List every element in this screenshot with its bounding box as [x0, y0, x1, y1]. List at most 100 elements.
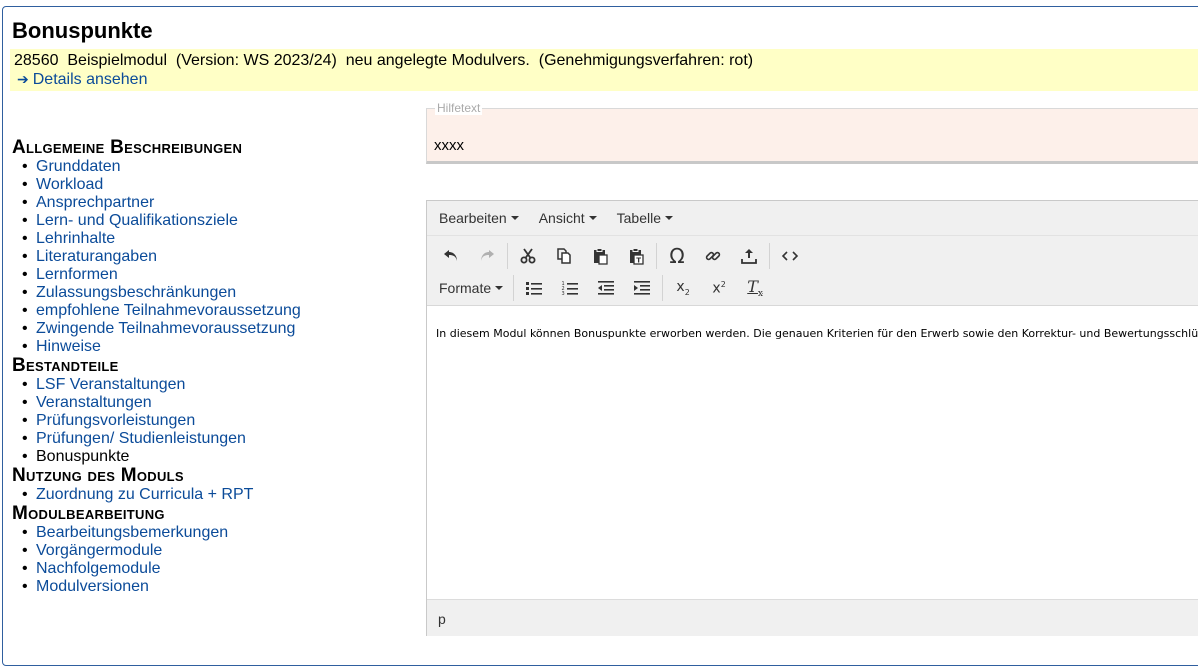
nav-link[interactable]: Prüfungen/ Studienleistungen [36, 430, 246, 447]
menu-tabelle-label: Tabelle [616, 210, 662, 226]
details-link-label: Details ansehen [32, 71, 148, 88]
toolbar-row-1: T Ω [433, 240, 1198, 272]
nav-item: Zulassungsbeschränkungen [12, 284, 412, 302]
page-title: Bonuspunkte [12, 18, 153, 43]
details-link[interactable]: ➔ Details ansehen [14, 70, 1198, 89]
link-icon[interactable] [695, 241, 731, 271]
nav-link[interactable]: Bearbeitungsbemerkungen [36, 524, 228, 541]
nav-item: Lern- und Qualifikationsziele [12, 212, 412, 230]
nav-link[interactable]: Prüfungsvorleistungen [36, 412, 195, 429]
nav-link[interactable]: Vorgängermodule [36, 542, 162, 559]
nav-section: Nutzung des ModulsZuordnung zu Curricula… [12, 465, 412, 505]
numbered-list-icon[interactable]: 123 [552, 273, 588, 303]
nav-item-current-label: Bonuspunkte [36, 448, 130, 465]
nav-list: GrunddatenWorkloadAnsprechpartnerLern- u… [12, 158, 412, 356]
module-navigation: Allgemeine BeschreibungenGrunddatenWorkl… [12, 138, 412, 597]
toolbar-divider [656, 243, 657, 269]
nav-item: empfohlene Teilnahmevoraussetzung [12, 302, 412, 320]
nav-link[interactable]: Modulversionen [36, 578, 149, 595]
source-code-icon[interactable] [772, 241, 808, 271]
nav-item: Lehrinhalte [12, 230, 412, 248]
nav-item: Workload [12, 176, 412, 194]
nav-section-heading: Bestandteile [12, 355, 119, 376]
editor-content[interactable]: In diesem Modul können Bonuspunkte erwor… [427, 306, 1198, 599]
nav-section-heading: Modulbearbeitung [12, 503, 165, 524]
nav-link[interactable]: Lern- und Qualifikationsziele [36, 212, 238, 229]
nav-link[interactable]: Literaturangaben [36, 248, 157, 265]
nav-link[interactable]: Zuordnung zu Curricula + RPT [36, 486, 253, 503]
nav-section-heading: Nutzung des Moduls [12, 465, 184, 486]
editor-toolbar: T Ω Formate 123 x2 x2 Tx [427, 236, 1198, 306]
nav-link[interactable]: LSF Veranstaltungen [36, 376, 185, 393]
element-path[interactable]: p [438, 611, 446, 627]
nav-item: Bonuspunkte [12, 448, 412, 466]
nav-link[interactable]: Lehrinhalte [36, 230, 115, 247]
subscript-icon[interactable]: x2 [665, 273, 701, 303]
nav-section: Allgemeine BeschreibungenGrunddatenWorkl… [12, 138, 412, 357]
formats-dropdown[interactable]: Formate [433, 273, 511, 303]
caret-down-icon [495, 286, 504, 290]
module-info-line: 28560 Beispielmodul (Version: WS 2023/24… [14, 52, 754, 69]
bullet-list-icon[interactable] [516, 273, 552, 303]
nav-link[interactable]: Grunddaten [36, 158, 121, 175]
menu-bearbeiten[interactable]: Bearbeiten [433, 210, 525, 226]
hilfetext-content: xxxx [434, 137, 464, 154]
nav-item: LSF Veranstaltungen [12, 376, 412, 394]
redo-icon[interactable] [469, 241, 505, 271]
toolbar-divider [662, 275, 664, 301]
menu-ansicht-label: Ansicht [538, 210, 585, 226]
outdent-icon[interactable] [588, 273, 624, 303]
arrow-right-icon: ➔ [17, 71, 29, 87]
menu-ansicht[interactable]: Ansicht [533, 210, 603, 226]
nav-item: Modulversionen [12, 578, 412, 596]
nav-list: Zuordnung zu Curricula + RPT [12, 486, 412, 504]
cut-icon[interactable] [510, 241, 546, 271]
nav-item: Zwingende Teilnahmevoraussetzung [12, 320, 412, 338]
hilfetext-legend: Hilfetext [435, 101, 483, 115]
formats-label: Formate [439, 280, 492, 296]
nav-item: Vorgängermodule [12, 542, 412, 560]
nav-link[interactable]: empfohlene Teilnahmevoraussetzung [36, 302, 301, 319]
nav-link[interactable]: Ansprechpartner [36, 194, 154, 211]
nav-item: Lernformen [12, 266, 412, 284]
nav-list: LSF VeranstaltungenVeranstaltungenPrüfun… [12, 376, 412, 466]
toolbar-divider [507, 243, 508, 269]
nav-link[interactable]: Nachfolgemodule [36, 560, 161, 577]
toolbar-divider [513, 275, 515, 301]
nav-item: Prüfungsvorleistungen [12, 412, 412, 430]
nav-link[interactable]: Zulassungsbeschränkungen [36, 284, 236, 301]
upload-icon[interactable] [731, 241, 767, 271]
module-info-box: 28560 Beispielmodul (Version: WS 2023/24… [10, 49, 1198, 91]
editor-menubar: Bearbeiten Ansicht Tabelle [427, 201, 1198, 236]
nav-link[interactable]: Veranstaltungen [36, 394, 152, 411]
menu-bearbeiten-label: Bearbeiten [439, 210, 507, 226]
nav-link[interactable]: Hinweise [36, 338, 101, 355]
indent-icon[interactable] [624, 273, 660, 303]
copy-icon[interactable] [546, 241, 582, 271]
nav-item: Zuordnung zu Curricula + RPT [12, 486, 412, 504]
toolbar-divider [769, 243, 770, 269]
clear-format-icon[interactable]: Tx [737, 273, 773, 303]
paste-icon[interactable] [582, 241, 618, 271]
nav-item: Hinweise [12, 338, 412, 356]
caret-down-icon [510, 216, 519, 220]
paste-text-icon[interactable]: T [618, 241, 654, 271]
undo-icon[interactable] [433, 241, 469, 271]
nav-list: BearbeitungsbemerkungenVorgängermoduleNa… [12, 524, 412, 596]
nav-link[interactable]: Zwingende Teilnahmevoraussetzung [36, 320, 295, 337]
nav-item: Prüfungen/ Studienleistungen [12, 430, 412, 448]
toolbar-row-2: Formate 123 x2 x2 Tx [433, 272, 1198, 304]
nav-item: Ansprechpartner [12, 194, 412, 212]
editor-statusbar: p [427, 599, 1198, 636]
caret-down-icon [588, 216, 597, 220]
nav-item: Literaturangaben [12, 248, 412, 266]
menu-tabelle[interactable]: Tabelle [611, 210, 679, 226]
nav-section: ModulbearbeitungBearbeitungsbemerkungenV… [12, 503, 412, 597]
special-char-icon[interactable]: Ω [659, 241, 695, 271]
nav-link[interactable]: Workload [36, 176, 103, 193]
nav-link[interactable]: Lernformen [36, 266, 118, 283]
nav-item: Veranstaltungen [12, 394, 412, 412]
superscript-icon[interactable]: x2 [701, 273, 737, 303]
svg-text:T: T [636, 257, 641, 265]
svg-text:3: 3 [562, 291, 565, 297]
